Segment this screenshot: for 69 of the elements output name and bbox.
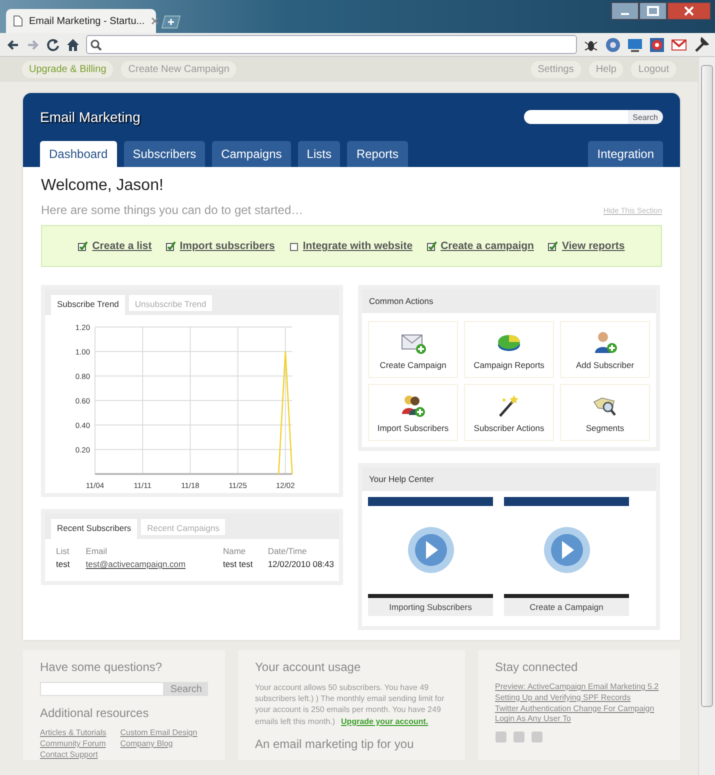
address-bar[interactable] <box>86 35 577 54</box>
wrench-icon <box>693 36 709 52</box>
person-icon <box>592 329 618 355</box>
forward-arrow-icon <box>26 38 40 52</box>
nav-tab[interactable]: Subscribers <box>124 141 206 167</box>
home-icon <box>66 38 80 52</box>
nav-tab[interactable]: Campaigns <box>212 141 291 167</box>
usage-text: Your account allows 50 subscribers. You have 49 subscribers left.) ) The monthly email sending limit for your account is 250 emails per month. You have 249 emails left this month.) Upgrade your account. <box>255 682 446 728</box>
social-icon <box>513 731 525 744</box>
minimize-icon <box>611 2 639 20</box>
back-arrow-icon <box>6 38 20 52</box>
email-link[interactable]: test@activecampaign.com <box>80 558 218 570</box>
app-title: Email Marketing <box>40 109 140 125</box>
section-heading: Stay connected <box>495 660 579 674</box>
step-link[interactable]: Create a list <box>92 240 152 252</box>
play-icon <box>406 525 456 575</box>
table-cell-text: test <box>55 558 71 570</box>
reload-icon <box>46 38 60 52</box>
nav-tab[interactable]: Dashboard <box>40 141 117 167</box>
section-heading: An email marketing tip for you <box>255 737 415 752</box>
nav-tab[interactable]: Reports <box>347 141 408 167</box>
panel-tab[interactable]: Recent Subscribers <box>51 519 138 539</box>
browser-tab[interactable]: Email Marketing - Startu... <box>6 9 156 33</box>
video-card[interactable]: Importing Subscribers <box>368 497 493 616</box>
video-card[interactable]: Create a Campaign <box>504 497 629 616</box>
column-header: Email <box>84 545 108 558</box>
scrollbar[interactable] <box>698 57 715 775</box>
welcome-subtitle: Here are some things you can do to get started… <box>41 203 304 217</box>
section-heading: Have some questions? <box>40 660 164 674</box>
panel-title: Common Actions <box>362 289 656 313</box>
action-tile[interactable]: Import Subscribers <box>368 384 458 441</box>
step-link[interactable]: View reports <box>562 240 625 252</box>
maximize-icon <box>639 2 667 20</box>
video-title: Create a Campaign <box>528 601 604 614</box>
column-header: Name <box>222 545 247 558</box>
table-cell-text: test test <box>222 558 254 570</box>
section-heading: Additional resources <box>40 706 150 720</box>
scroll-thumb[interactable] <box>701 65 713 707</box>
video-title: Importing Subscribers <box>388 601 473 614</box>
search-field[interactable] <box>524 110 628 124</box>
section-heading: Your account usage <box>255 660 362 674</box>
column-header: List <box>55 545 70 558</box>
panel-title: Your Help Center <box>362 467 656 491</box>
close-icon <box>667 2 711 20</box>
panel-tab[interactable]: Subscribe Trend <box>51 295 125 315</box>
step-link[interactable]: Integrate with website <box>302 240 413 252</box>
monitor-icon <box>627 36 643 52</box>
welcome-heading: Welcome, Jason! <box>41 177 164 195</box>
action-tile[interactable]: Create Campaign <box>368 321 458 378</box>
social-icon <box>495 731 507 744</box>
close-icon <box>150 17 159 25</box>
play-icon <box>542 525 592 575</box>
action-tile[interactable]: Add Subscriber <box>560 321 650 378</box>
step-link[interactable]: Import subscribers <box>180 240 275 252</box>
search-icon <box>90 38 102 50</box>
action-tile[interactable]: Campaign Reports <box>464 321 554 378</box>
social-icon <box>531 731 543 744</box>
search-field[interactable] <box>40 682 164 696</box>
mail-icon <box>671 36 687 52</box>
column-header: Date/Time <box>266 545 308 558</box>
action-tile[interactable]: Subscriber Actions <box>464 384 554 441</box>
page-icon <box>13 15 23 27</box>
nav-tab[interactable]: Integration <box>588 141 663 167</box>
search-button[interactable]: Search <box>628 110 663 124</box>
new-tab-icon <box>160 15 182 29</box>
table-cell-text: 12/02/2010 08:43 <box>266 558 335 570</box>
step-link[interactable]: Create a campaign <box>440 240 534 252</box>
action-tile[interactable]: Segments <box>560 384 650 441</box>
nav-tab[interactable]: Lists <box>298 141 340 167</box>
